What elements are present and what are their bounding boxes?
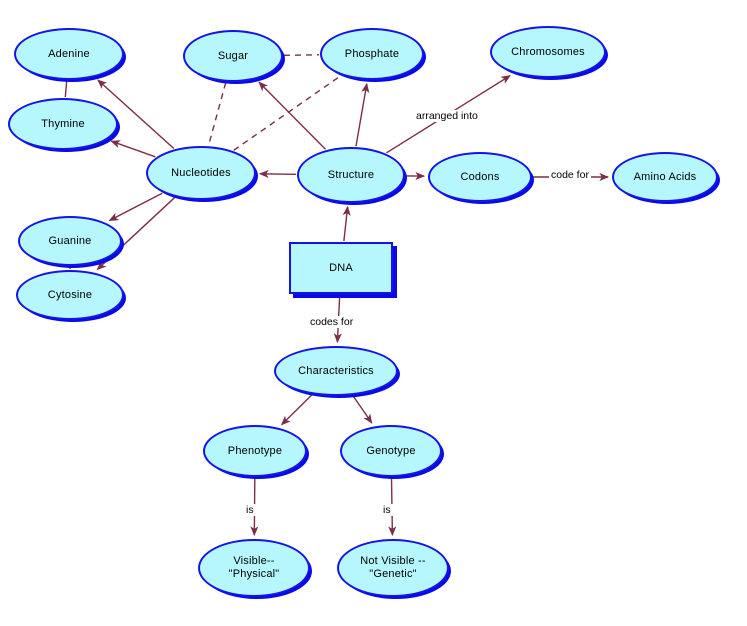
edge-structure-phosphate: [355, 82, 370, 147]
node-guanine[interactable]: Guanine: [18, 216, 122, 266]
edge-adenine-thymine: [64, 80, 68, 98]
node-adenine[interactable]: Adenine: [14, 28, 124, 80]
node-characteristics[interactable]: Characteristics: [274, 346, 398, 396]
node-nucleotides[interactable]: Nucleotides: [146, 146, 256, 200]
node-label-aminoacids: Amino Acids: [633, 170, 697, 183]
node-label-structure: Structure: [327, 168, 375, 181]
node-label-nucleotides: Nucleotides: [171, 166, 231, 179]
concept-map-canvas: Adenine Thymine Guanine Cytosine Nucleotides…: [0, 0, 747, 626]
edge-characteristics-phenotype: [280, 394, 313, 426]
node-label-chromosomes: Chromosomes: [511, 45, 585, 58]
edge-sugar-nucleotides: [207, 82, 227, 146]
edge-label-is-left: is: [244, 504, 256, 516]
node-label-visible: Visible-- "Physical": [228, 555, 280, 580]
node-cytosine[interactable]: Cytosine: [16, 270, 124, 320]
edge-dna-structure: [342, 205, 351, 242]
node-label-notvisible: Not Visible -- "Genetic": [360, 555, 426, 580]
edge-layer: [64, 54, 610, 537]
node-phenotype[interactable]: Phenotype: [203, 425, 307, 477]
node-notvisible[interactable]: Not Visible -- "Genetic": [337, 539, 449, 597]
node-label-codons: Codons: [460, 170, 500, 183]
node-structure[interactable]: Structure: [297, 147, 405, 203]
node-codons[interactable]: Codons: [428, 152, 532, 202]
node-label-phenotype: Phenotype: [227, 444, 283, 457]
edge-label-arranged-into: arranged into: [414, 110, 480, 122]
node-sugar[interactable]: Sugar: [183, 30, 283, 82]
edge-nucleotides-thymine: [110, 140, 156, 158]
node-label-guanine: Guanine: [48, 234, 92, 247]
node-label-sugar: Sugar: [217, 49, 249, 62]
node-label-cytosine: Cytosine: [47, 288, 93, 301]
node-label-dna: DNA: [329, 261, 353, 274]
node-chromosomes[interactable]: Chromosomes: [490, 26, 606, 78]
node-dna[interactable]: DNA: [289, 242, 393, 294]
edge-structure-nucleotides: [258, 169, 297, 178]
node-label-thymine: Thymine: [41, 117, 85, 130]
node-aminoacids[interactable]: Amino Acids: [612, 152, 718, 202]
node-genotype[interactable]: Genotype: [340, 425, 442, 477]
node-thymine[interactable]: Thymine: [8, 98, 118, 150]
edge-nucleotides-phosphate: [233, 75, 342, 151]
edge-structure-sugar: [258, 81, 326, 150]
edge-nucleotides-guanine: [108, 192, 163, 222]
edge-sugar-phosphate: [283, 54, 320, 56]
node-visible[interactable]: Visible-- "Physical": [198, 539, 310, 597]
node-label-adenine: Adenine: [48, 47, 90, 60]
node-phosphate[interactable]: Phosphate: [320, 28, 424, 80]
edge-label-codes-for: codes for: [308, 316, 356, 328]
node-label-phosphate: Phosphate: [344, 47, 400, 60]
edge-characteristics-genotype: [352, 395, 373, 424]
edge-label-is-right: is: [381, 504, 393, 516]
node-label-genotype: Genotype: [366, 444, 416, 457]
edge-label-code-for: code for: [549, 169, 591, 181]
node-label-characteristics: Characteristics: [298, 364, 374, 377]
